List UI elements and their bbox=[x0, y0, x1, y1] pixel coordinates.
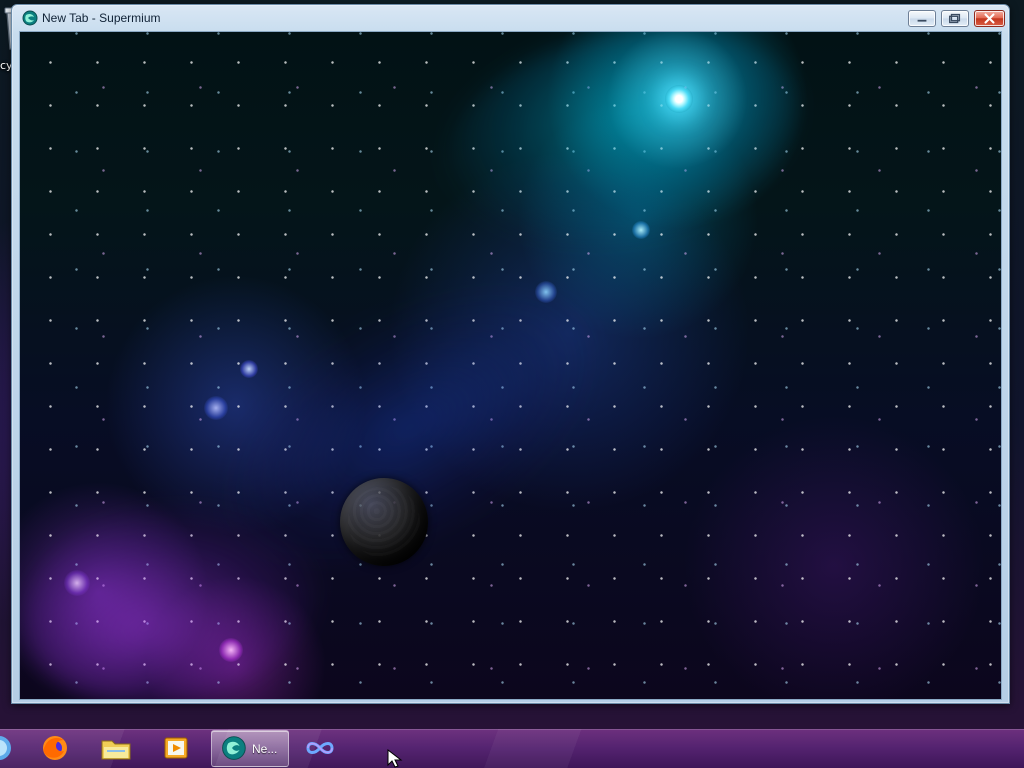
glow-star bbox=[64, 570, 90, 596]
mouse-cursor-icon bbox=[387, 749, 403, 768]
firefox-taskbar-button[interactable] bbox=[35, 730, 75, 767]
close-icon bbox=[984, 13, 995, 24]
glow-star bbox=[632, 221, 650, 239]
bright-star bbox=[665, 85, 693, 113]
new-tab-page[interactable] bbox=[19, 31, 1002, 700]
glow-star bbox=[240, 360, 258, 378]
supermium-icon bbox=[22, 10, 38, 26]
supermium-taskbar-button[interactable]: Ne... bbox=[211, 730, 289, 767]
minimize-icon bbox=[917, 19, 927, 22]
glow-star bbox=[219, 638, 243, 662]
infinity-loop-icon bbox=[306, 742, 334, 754]
maximize-button[interactable] bbox=[941, 10, 969, 27]
minimize-button[interactable] bbox=[908, 10, 936, 27]
start-button[interactable] bbox=[0, 730, 14, 767]
glow-star bbox=[535, 281, 557, 303]
window-title: New Tab - Supermium bbox=[42, 11, 161, 25]
glow-star bbox=[204, 396, 228, 420]
supermium-taskbar-label: Ne... bbox=[252, 742, 278, 756]
media-player-icon bbox=[164, 737, 188, 759]
file-explorer-taskbar-button[interactable] bbox=[96, 730, 136, 767]
close-button[interactable] bbox=[974, 10, 1005, 27]
taskbar[interactable]: Ne... bbox=[0, 729, 1024, 768]
maximize-icon bbox=[949, 13, 961, 24]
file-explorer-icon bbox=[101, 740, 131, 760]
loop-app-taskbar-button[interactable] bbox=[300, 730, 340, 767]
window-titlebar[interactable]: New Tab - Supermium bbox=[12, 5, 1009, 31]
browser-window[interactable]: New Tab - Supermium bbox=[11, 4, 1010, 704]
media-player-taskbar-button[interactable] bbox=[156, 730, 196, 767]
firefox-icon bbox=[43, 736, 67, 760]
start-icon bbox=[0, 736, 11, 760]
dark-planet bbox=[340, 478, 428, 566]
